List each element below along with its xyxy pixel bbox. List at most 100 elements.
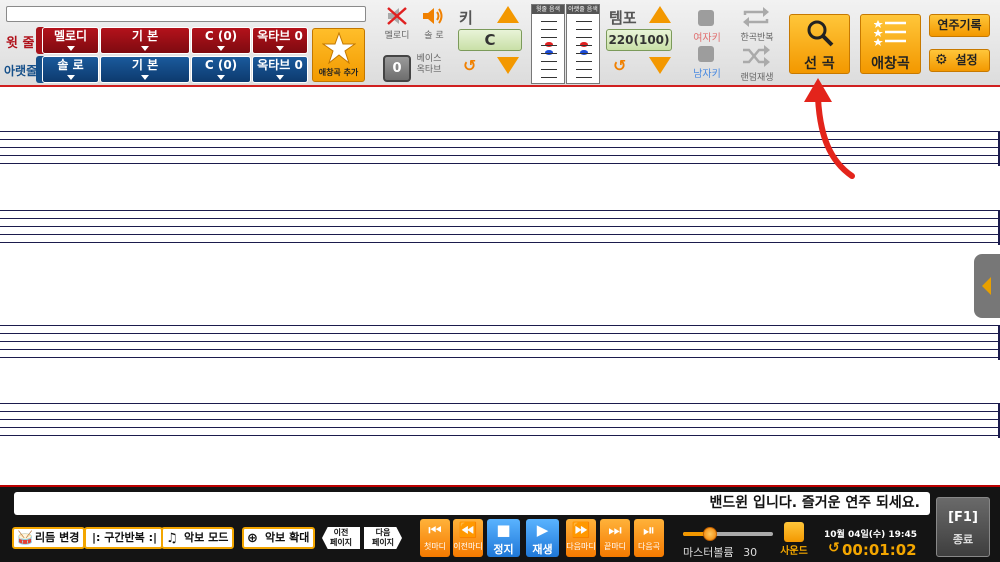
lower-key-label: C (0) bbox=[204, 58, 238, 72]
play-history-button[interactable]: 연주기록 bbox=[929, 14, 990, 37]
female-key-label: 여자키 bbox=[693, 33, 721, 44]
next-measure-button[interactable]: ⏩ 다음마디 bbox=[566, 519, 596, 557]
elapsed-time: 00:01:02 bbox=[842, 541, 917, 559]
last-measure-icon: ⏭ bbox=[608, 521, 622, 539]
exit-label: 종료 bbox=[952, 533, 974, 546]
tone-mark bbox=[541, 21, 557, 22]
tone-mark bbox=[541, 29, 557, 30]
solo-sound-button[interactable] bbox=[421, 6, 445, 30]
repeat-one-label: 한곡반복 bbox=[740, 33, 774, 43]
settings-label: 설정 bbox=[955, 53, 978, 67]
next-measure-icon: ⏩ bbox=[571, 521, 591, 539]
melody-mute-button[interactable] bbox=[386, 6, 408, 30]
upper-tone-label: 윗줄 음색 bbox=[532, 5, 564, 14]
sound-button[interactable]: 사운드 bbox=[778, 522, 810, 558]
master-volume-value: 30 bbox=[743, 546, 758, 559]
melody-label: 멜로디 bbox=[384, 31, 410, 41]
lower-octave-button[interactable]: 옥타브 0 bbox=[252, 56, 308, 83]
dropdown-caret-icon bbox=[217, 46, 225, 51]
tempo-reset-icon[interactable]: ↺ bbox=[613, 56, 626, 75]
prev-measure-label: 이전마디 bbox=[453, 542, 483, 551]
play-button[interactable]: ▶ 재생 bbox=[526, 519, 559, 557]
male-key-label: 남자키 bbox=[693, 69, 721, 80]
dropdown-caret-icon bbox=[66, 75, 75, 80]
bottom-panel: 밴드윈 입니다. 즐거운 연주 되세요. 🥁 리듬 변경 |: 구간반복 :| ♫… bbox=[0, 485, 1000, 562]
score-zoom-button[interactable]: ⊕ 악보 확대 bbox=[242, 527, 316, 549]
tone-mark bbox=[576, 37, 592, 38]
lower-instrument-button[interactable]: 솔 로 bbox=[42, 56, 99, 83]
prev-measure-button[interactable]: ⏪ 이전마디 bbox=[453, 519, 483, 557]
sliders-icon bbox=[784, 522, 804, 542]
exit-key-label: [F1] bbox=[948, 510, 978, 525]
tempo-up-button[interactable] bbox=[649, 6, 671, 23]
bass-octave-value[interactable]: 0 bbox=[383, 55, 411, 82]
female-key-toggle[interactable] bbox=[698, 10, 714, 26]
key-reset-icon[interactable]: ↺ bbox=[463, 56, 476, 75]
key-down-button[interactable] bbox=[497, 57, 519, 74]
sound-label: 사운드 bbox=[780, 546, 808, 557]
favorites-button[interactable]: 애창곡 bbox=[860, 14, 921, 74]
upper-row-label: 윗 줄 bbox=[6, 36, 35, 51]
lower-style-label: 기 본 bbox=[131, 58, 159, 72]
repeat-icon bbox=[743, 7, 769, 27]
first-measure-icon: ⏮ bbox=[428, 521, 442, 539]
score-mode-label: 악보 모드 bbox=[184, 531, 229, 544]
band-app-window: 윗 줄 아랫줄 멜로디 기 본 C (0) 옥타브 0 솔 로 기 본 C (0… bbox=[0, 0, 1000, 562]
exit-button[interactable]: [F1] 종료 bbox=[936, 497, 990, 557]
side-panel-handle[interactable] bbox=[974, 254, 1000, 318]
upper-style-button[interactable]: 기 본 bbox=[100, 27, 190, 54]
settings-button[interactable]: ⚙ 설정 bbox=[929, 49, 990, 72]
next-song-icon: ⏯ bbox=[642, 521, 655, 539]
first-measure-button[interactable]: ⏮ 첫마디 bbox=[420, 519, 450, 557]
lower-row-label: 아랫줄 bbox=[4, 64, 38, 78]
next-page-button[interactable]: 다음 페이지 bbox=[364, 527, 402, 549]
upper-octave-label: 옥타브 0 bbox=[257, 29, 303, 43]
key-up-button[interactable] bbox=[497, 6, 519, 23]
repeat-one-button[interactable] bbox=[741, 6, 771, 32]
last-measure-button[interactable]: ⏭ 끝마디 bbox=[600, 519, 630, 557]
lower-key-button[interactable]: C (0) bbox=[191, 56, 251, 83]
lower-style-button[interactable]: 기 본 bbox=[100, 56, 190, 83]
random-play-button[interactable] bbox=[741, 45, 771, 71]
tempo-down-button[interactable] bbox=[649, 57, 671, 74]
next-song-button[interactable]: ⏯ 다음곡 bbox=[634, 519, 664, 557]
next-measure-label: 다음마디 bbox=[566, 542, 596, 551]
speaker-muted-icon bbox=[387, 7, 407, 25]
upper-key-label: C (0) bbox=[204, 29, 238, 43]
tone-mark bbox=[576, 21, 592, 22]
stop-button[interactable]: ■ 정지 bbox=[487, 519, 520, 557]
upper-tone-panel[interactable]: 윗줄 음색 bbox=[531, 4, 565, 84]
select-song-button[interactable]: 선 곡 bbox=[789, 14, 850, 74]
score-mode-button[interactable]: ♫ 악보 모드 bbox=[161, 527, 235, 549]
section-repeat-button[interactable]: |: 구간반복 :| bbox=[84, 527, 164, 549]
search-icon bbox=[807, 20, 833, 47]
tone-mark bbox=[541, 45, 557, 46]
key-title: 키 bbox=[459, 9, 473, 27]
speaker-icon bbox=[423, 8, 443, 24]
top-toolbar: 윗 줄 아랫줄 멜로디 기 본 C (0) 옥타브 0 솔 로 기 본 C (0… bbox=[0, 0, 1000, 87]
song-title-field[interactable] bbox=[6, 6, 366, 22]
upper-octave-button[interactable]: 옥타브 0 bbox=[252, 27, 308, 54]
tone-mark bbox=[541, 53, 557, 54]
timer-reset-icon[interactable]: ↺ bbox=[828, 540, 840, 556]
play-label: 재생 bbox=[532, 543, 553, 556]
rhythm-change-button[interactable]: 🥁 리듬 변경 bbox=[12, 527, 86, 549]
repeat-bars-end-icon: :| bbox=[148, 531, 158, 544]
add-favorite-button[interactable]: 애창곡 추가 bbox=[312, 28, 365, 82]
upper-instrument-button[interactable]: 멜로디 bbox=[42, 27, 99, 54]
gear-icon: ⚙ bbox=[935, 52, 948, 68]
zoom-in-icon: ⊕ bbox=[247, 531, 258, 546]
lower-tone-panel[interactable]: 아랫줄 음색 bbox=[566, 4, 600, 84]
male-key-toggle[interactable] bbox=[698, 46, 714, 62]
dropdown-caret-icon bbox=[276, 46, 284, 51]
stop-label: 정지 bbox=[493, 543, 514, 556]
rhythm-change-label: 리듬 변경 bbox=[35, 531, 80, 544]
drum-icon: 🥁 bbox=[17, 531, 34, 546]
upper-key-button[interactable]: C (0) bbox=[191, 27, 251, 54]
star-icon bbox=[320, 31, 357, 65]
master-volume-knob[interactable] bbox=[703, 527, 717, 541]
master-volume-slider[interactable] bbox=[683, 527, 773, 541]
lower-tone-label: 아랫줄 음색 bbox=[567, 5, 599, 14]
dropdown-caret-icon bbox=[276, 75, 284, 80]
prev-page-button[interactable]: 이전 페이지 bbox=[322, 527, 360, 549]
